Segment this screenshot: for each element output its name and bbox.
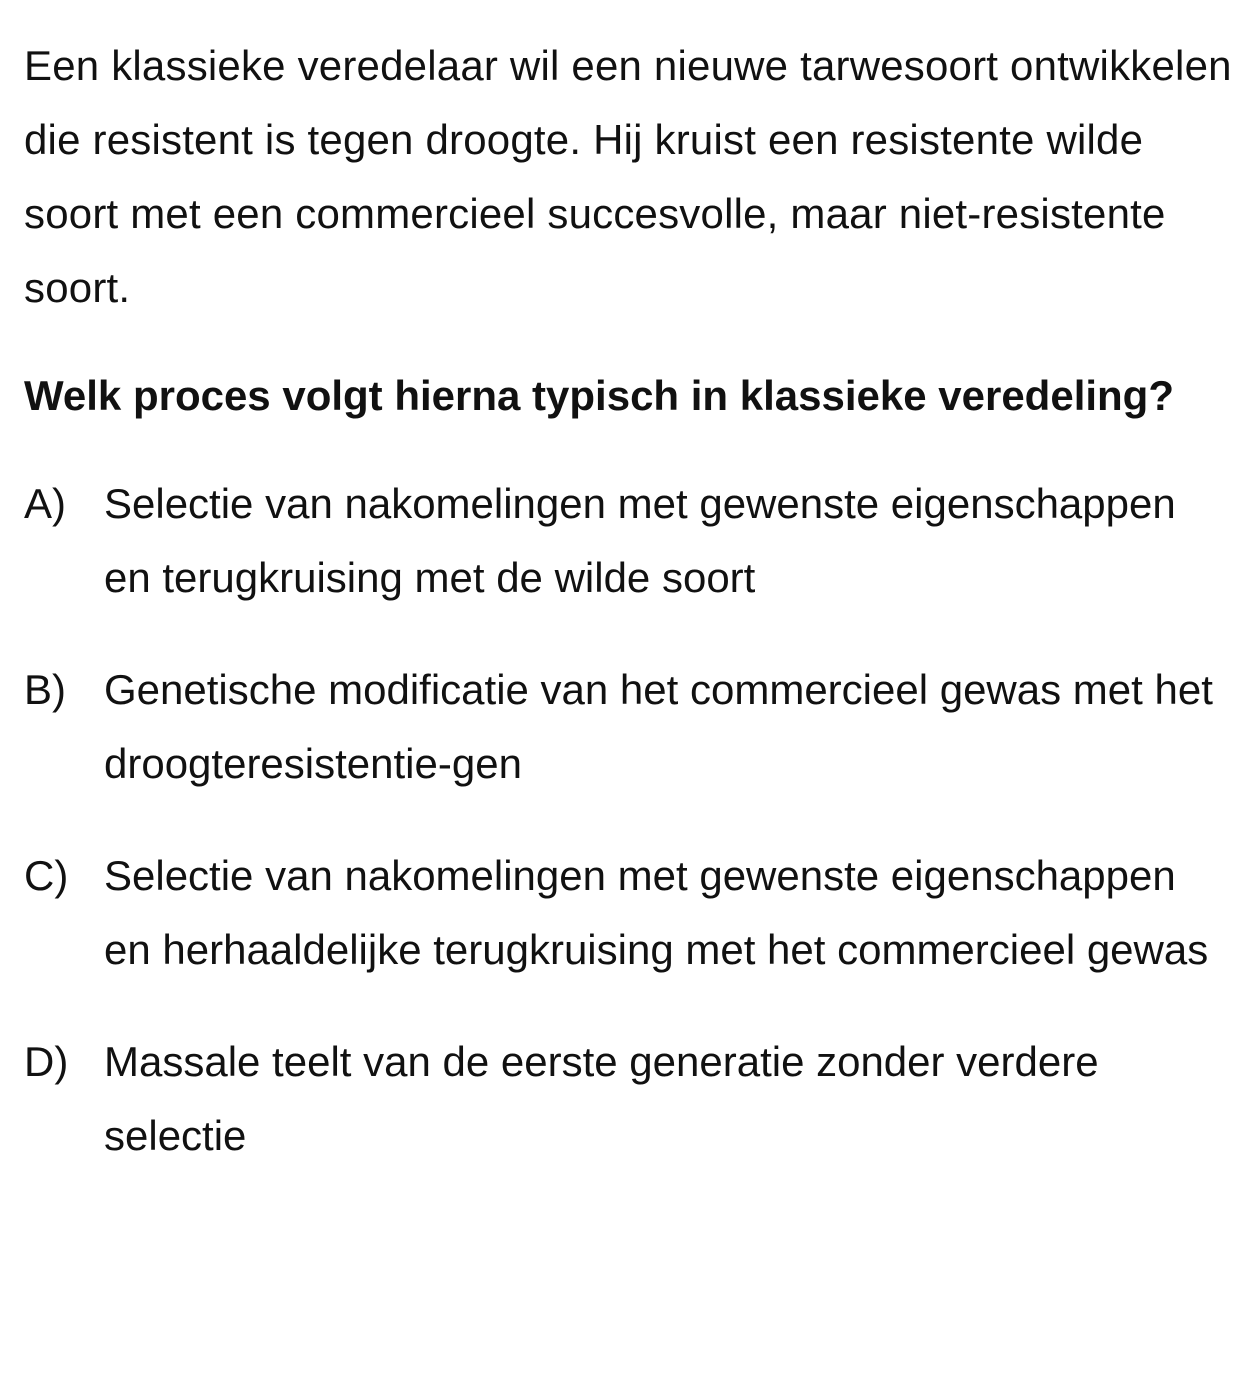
- option-text: Selectie van nakomelingen met gewenste e…: [104, 480, 1176, 601]
- question-prompt: Welk proces volgt hierna typisch in klas…: [24, 372, 1174, 419]
- option-letter: B): [24, 666, 66, 713]
- option-letter: C): [24, 852, 69, 899]
- option-letter: D): [24, 1038, 69, 1085]
- answer-options: A) Selectie van nakomelingen met gewenst…: [24, 467, 1234, 1173]
- option-a[interactable]: A) Selectie van nakomelingen met gewenst…: [24, 467, 1234, 615]
- question-card: Een klassieke veredelaar wil een nieuwe …: [24, 29, 1234, 1211]
- option-letter: A): [24, 480, 66, 527]
- option-d[interactable]: D) Massale teelt van de eerste generatie…: [24, 1025, 1234, 1173]
- option-c[interactable]: C) Selectie van nakomelingen met gewenst…: [24, 839, 1234, 987]
- option-b[interactable]: B) Genetische modificatie van het commer…: [24, 653, 1234, 801]
- question-intro: Een klassieke veredelaar wil een nieuwe …: [24, 42, 1232, 311]
- option-text: Massale teelt van de eerste generatie zo…: [104, 1038, 1099, 1159]
- option-text: Genetische modificatie van het commercie…: [104, 666, 1213, 787]
- option-text: Selectie van nakomelingen met gewenste e…: [104, 852, 1209, 973]
